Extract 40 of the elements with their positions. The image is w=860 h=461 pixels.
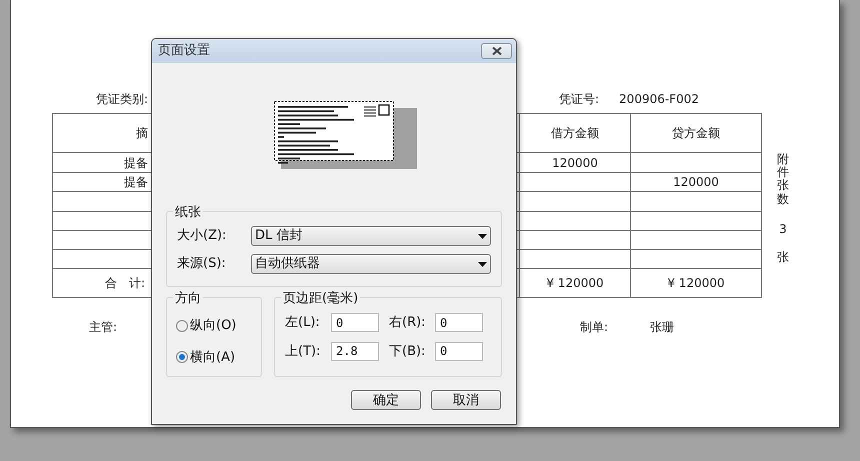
- dropdown-caret-icon: [478, 234, 487, 238]
- dropdown-caret-icon: [478, 262, 487, 266]
- margin-label: 右(R):: [389, 314, 427, 332]
- close-icon: [492, 47, 502, 55]
- supervisor-label: 主管:: [89, 320, 118, 334]
- voucher-number-label: 凭证号:: [559, 91, 600, 108]
- close-button[interactable]: [481, 43, 512, 59]
- margin-field[interactable]: 0: [435, 313, 483, 332]
- dialog-button[interactable]: 取消: [431, 390, 501, 410]
- table-cell-text: 120000: [673, 174, 719, 191]
- voucher-number: 200906-F002: [619, 91, 699, 108]
- margin-field[interactable]: 0: [331, 313, 379, 332]
- attachments-label: 附件张数: [777, 153, 789, 206]
- table-cell-text: 提备: [124, 154, 148, 172]
- source-label: 来源(S):: [177, 255, 226, 274]
- attachments-count: 3: [779, 220, 787, 238]
- orientation-radio[interactable]: 横向(A): [176, 348, 252, 367]
- source-select[interactable]: 自动供纸器: [251, 254, 491, 274]
- column-header: 借方金额: [551, 125, 599, 142]
- margin-label: 下(B):: [389, 342, 426, 360]
- attachments-unit: 张: [777, 248, 789, 266]
- window-title: 页面设置: [158, 42, 210, 60]
- maker-label: 制单:: [580, 319, 608, 336]
- column-header: 摘: [136, 125, 148, 142]
- margin-label: 上(T):: [285, 342, 322, 360]
- table-cell-text: 提备: [124, 174, 148, 191]
- size-label: 大小(Z):: [177, 227, 226, 246]
- margin-field[interactable]: 2.8: [331, 342, 379, 361]
- table-cell-text: 120000: [552, 154, 598, 172]
- size-select[interactable]: DL 信封: [251, 226, 491, 246]
- voucher-type-label: 凭证类别:: [96, 92, 148, 106]
- total-label: 合 计:: [104, 275, 145, 292]
- column-header: 贷方金额: [672, 125, 720, 142]
- margin-label: 左(L):: [285, 314, 321, 332]
- total-credit: ¥ 120000: [667, 275, 725, 292]
- maker-name: 张珊: [650, 319, 674, 336]
- dialog-button[interactable]: 确定: [351, 390, 421, 410]
- margin-field[interactable]: 0: [435, 342, 483, 361]
- orientation-radio[interactable]: 纵向(O): [176, 316, 252, 336]
- total-debit: ¥ 120000: [546, 275, 604, 292]
